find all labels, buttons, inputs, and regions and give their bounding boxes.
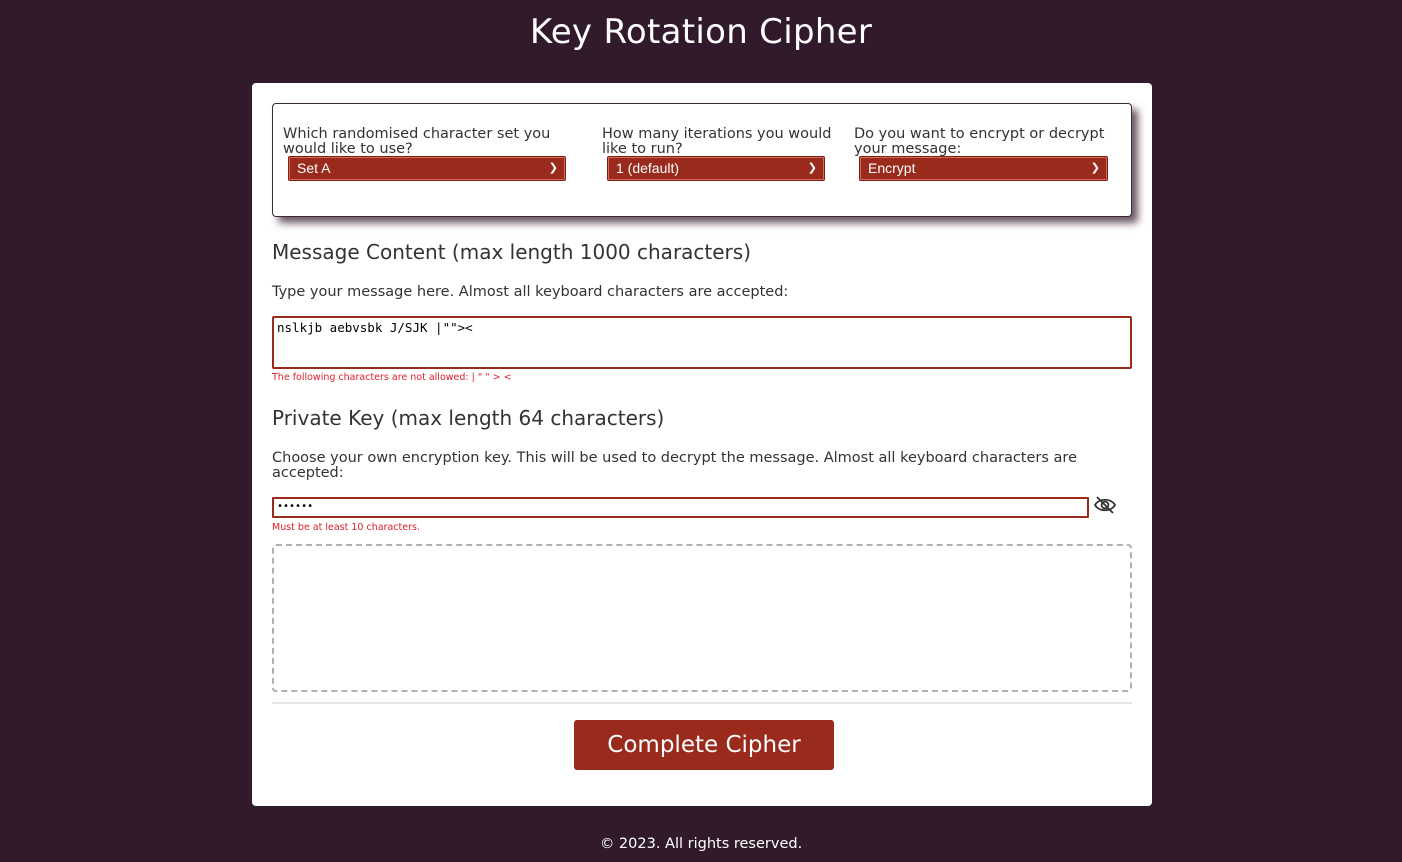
charset-select[interactable]: Set A ❯ — [288, 156, 566, 181]
chevron-down-icon: ❯ — [1090, 162, 1100, 174]
mode-select-value: Encrypt — [868, 160, 916, 176]
iterations-label: How many iterations you would like to ru… — [602, 126, 832, 157]
chevron-down-icon: ❯ — [807, 162, 817, 174]
private-key-input[interactable]: •••••• — [272, 497, 1089, 518]
iterations-select[interactable]: 1 (default) ❯ — [607, 156, 825, 181]
message-error: The following characters are not allowed… — [272, 372, 512, 383]
eye-slash-icon[interactable] — [1093, 495, 1117, 515]
iterations-select-value: 1 (default) — [616, 160, 680, 176]
key-error: Must be at least 10 characters. — [272, 522, 420, 533]
key-description: Choose your own encryption key. This wil… — [272, 450, 1077, 481]
key-heading: Private Key (max length 64 characters) — [272, 406, 665, 430]
charset-label: Which randomised character set you would… — [283, 126, 551, 157]
iterations-option: How many iterations you would like to ru… — [602, 127, 838, 157]
chevron-down-icon: ❯ — [548, 162, 558, 174]
message-heading: Message Content (max length 1000 charact… — [272, 240, 752, 264]
mode-select[interactable]: Encrypt ❯ — [859, 156, 1108, 181]
message-description: Type your message here. Almost all keybo… — [272, 284, 789, 300]
message-textarea[interactable]: nslkjb aebvsbk J/SJK |"">< — [272, 316, 1132, 369]
mode-option: Do you want to encrypt or decrypt your m… — [854, 127, 1122, 157]
options-panel: Which randomised character set you would… — [272, 103, 1132, 217]
cipher-output — [272, 544, 1132, 692]
cipher-form-card: Which randomised character set you would… — [252, 83, 1152, 806]
mode-label: Do you want to encrypt or decrypt your m… — [854, 126, 1105, 157]
divider — [272, 702, 1132, 704]
footer-copyright: © 2023. All rights reserved. — [599, 836, 803, 852]
charset-option: Which randomised character set you would… — [283, 127, 573, 157]
charset-select-value: Set A — [297, 160, 331, 176]
complete-cipher-button[interactable]: Complete Cipher — [574, 720, 834, 770]
page-title: Key Rotation Cipher — [529, 12, 873, 52]
